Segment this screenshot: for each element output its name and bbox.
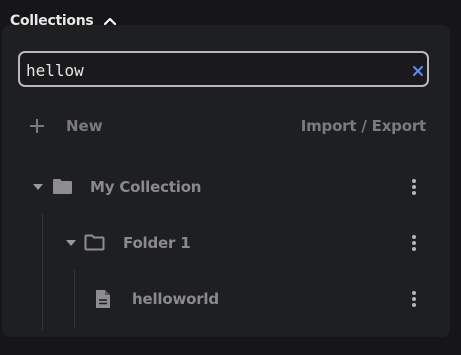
new-label: New [66,117,103,135]
caret-down-icon[interactable] [66,240,76,246]
tree-item-helloworld[interactable]: helloworld [0,284,448,314]
plus-icon [30,119,44,133]
tree-item-label: helloworld [132,290,219,308]
search-input[interactable] [26,59,396,81]
import-export-button[interactable]: Import / Export [301,117,426,135]
caret-down-icon[interactable] [33,184,43,190]
close-icon[interactable] [413,66,423,76]
tree-item-my-collection[interactable]: My Collection [0,172,448,202]
tree-item-label: Folder 1 [123,234,191,252]
more-options-icon[interactable] [411,178,417,196]
more-options-icon[interactable] [411,234,417,252]
folder-outline-icon [84,234,105,251]
folder-filled-icon [53,179,72,194]
search-box [18,51,429,87]
more-options-icon[interactable] [411,290,417,308]
tree-item-folder-1[interactable]: Folder 1 [0,228,448,258]
file-icon [96,290,110,308]
tree-item-label: My Collection [90,178,202,196]
new-button[interactable]: New [28,113,103,139]
